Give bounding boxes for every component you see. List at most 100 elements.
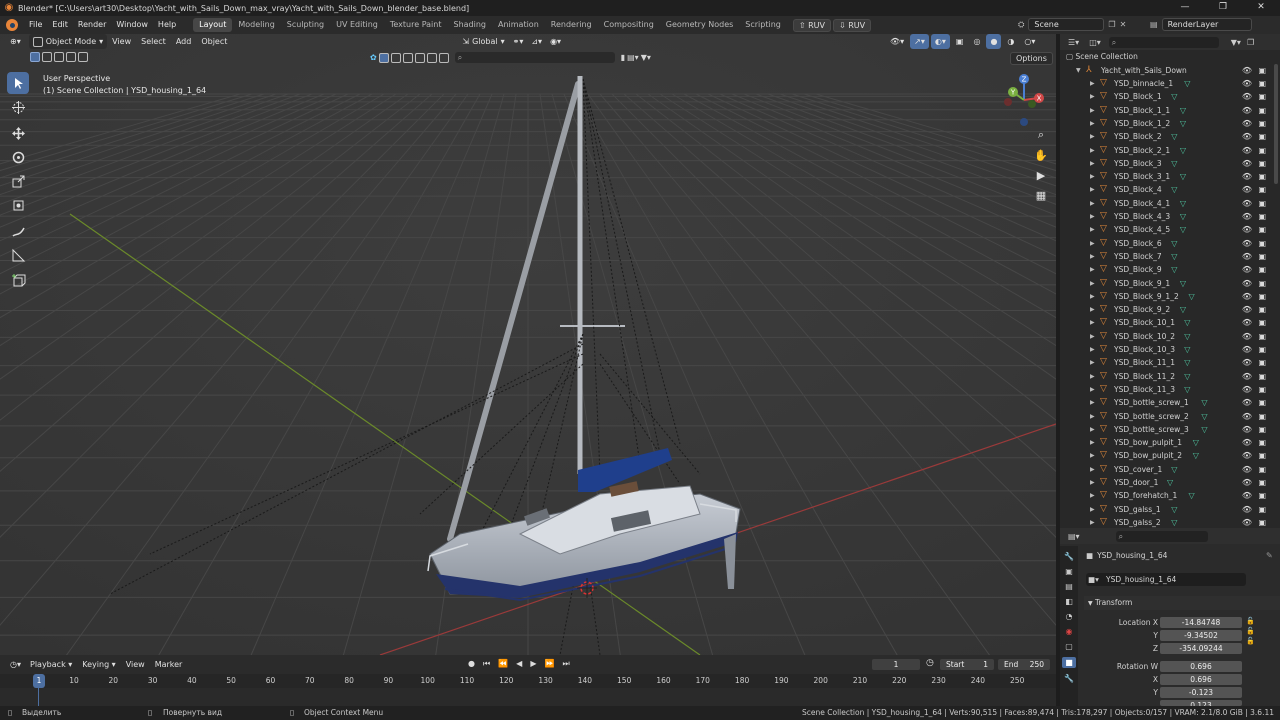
visibility-eye-icon[interactable]: 👁 xyxy=(1242,157,1252,170)
mesh-data-icon[interactable]: ▽ xyxy=(1180,104,1186,117)
mesh-data-icon[interactable]: ▽ xyxy=(1201,396,1207,409)
visibility-eye-icon[interactable]: 👁 xyxy=(1242,183,1252,196)
expand-arrow-icon[interactable]: ▶ xyxy=(1090,223,1095,236)
visibility-eye-icon[interactable]: 👁 xyxy=(1242,383,1252,396)
visibility-eye-icon[interactable]: 👁 xyxy=(1242,503,1252,516)
timeline-editor-icon[interactable]: ◷▾ xyxy=(6,657,25,672)
render-camera-icon[interactable]: ▣ xyxy=(1258,436,1266,449)
xray-icon[interactable]: ▣ xyxy=(952,34,968,49)
transform-tool-button[interactable] xyxy=(7,194,29,216)
shading-rendered-icon[interactable]: ○▾ xyxy=(1020,34,1039,49)
tab-animation[interactable]: Animation xyxy=(492,18,545,32)
mesh-data-icon[interactable]: ▽ xyxy=(1184,316,1190,329)
mesh-data-icon[interactable]: ▽ xyxy=(1184,370,1190,383)
lock-icon[interactable]: 🔓 xyxy=(1246,617,1255,625)
render-camera-icon[interactable]: ▣ xyxy=(1258,170,1266,183)
visibility-eye-icon[interactable]: 👁 xyxy=(1242,130,1252,143)
transform-panel-header[interactable]: ▼ Transform xyxy=(1084,596,1280,610)
render-camera-icon[interactable]: ▣ xyxy=(1258,476,1266,489)
outliner-item[interactable]: ▶ ▽ YSD_bow_pulpit_2 👁 ▣ ▽ xyxy=(1060,449,1274,462)
blender-menu-icon[interactable] xyxy=(6,19,18,31)
tab-compositing[interactable]: Compositing xyxy=(598,18,660,32)
start-frame-field[interactable]: Start 1 xyxy=(940,659,994,670)
visibility-icon[interactable]: 👁▾ xyxy=(886,34,908,49)
mesh-data-icon[interactable]: ▽ xyxy=(1193,449,1199,462)
outliner-item[interactable]: ▶ ▽ YSD_Block_4_3 👁 ▣ ▽ xyxy=(1060,210,1274,223)
record-icon[interactable]: ● xyxy=(468,659,475,669)
play-icon[interactable]: ▶ xyxy=(530,659,536,669)
outliner-item[interactable]: ▶ ▽ YSD_Block_4 👁 ▣ ▽ xyxy=(1060,183,1274,196)
render-camera-icon[interactable]: ▣ xyxy=(1258,316,1266,329)
gizmo-toggle-icon[interactable]: ↗▾ xyxy=(910,34,929,49)
modifier-tab-icon[interactable]: 🔧 xyxy=(1064,674,1074,683)
mesh-data-icon[interactable]: ▽ xyxy=(1180,210,1186,223)
expand-arrow-icon[interactable]: ▶ xyxy=(1090,290,1095,303)
menu-object[interactable]: Object xyxy=(196,34,232,49)
outliner-collection-row[interactable]: ▼ ⅄ Yacht_with_Sails_Down 👁 ▣ xyxy=(1060,64,1274,77)
mesh-data-icon[interactable]: ▽ xyxy=(1180,170,1186,183)
minimize-button[interactable]: — xyxy=(1166,0,1204,16)
menu-view[interactable]: View xyxy=(107,34,136,49)
expand-arrow-icon[interactable]: ▶ xyxy=(1090,90,1095,103)
transform-orientation-dropdown[interactable]: ⇲ Global ▾ xyxy=(458,34,508,49)
menu-edit[interactable]: Edit xyxy=(47,16,73,34)
current-frame-field[interactable]: 1 xyxy=(872,659,920,670)
outliner-item[interactable]: ▶ ▽ YSD_Block_11_1 👁 ▣ ▽ xyxy=(1060,356,1274,369)
expand-arrow-icon[interactable]: ▶ xyxy=(1090,303,1095,316)
visibility-eye-icon[interactable]: 👁 xyxy=(1242,250,1252,263)
render-camera-icon[interactable]: ▣ xyxy=(1258,183,1266,196)
expand-arrow-icon[interactable]: ▶ xyxy=(1090,316,1095,329)
mesh-data-icon[interactable]: ▽ xyxy=(1171,463,1177,476)
render-camera-icon[interactable]: ▣ xyxy=(1258,250,1266,263)
render-camera-icon[interactable]: ▣ xyxy=(1258,290,1266,303)
mesh-data-icon[interactable]: ▽ xyxy=(1171,157,1177,170)
render-camera-icon[interactable]: ▣ xyxy=(1258,489,1266,502)
expand-arrow-icon[interactable]: ▶ xyxy=(1090,130,1095,143)
mesh-data-icon[interactable]: ▽ xyxy=(1189,489,1195,502)
new-scene-icon[interactable]: ❐ xyxy=(1108,20,1115,29)
split-icon[interactable]: ▤▾ xyxy=(627,53,639,62)
render-camera-icon[interactable]: ▣ xyxy=(1258,210,1266,223)
visibility-eye-icon[interactable]: 👁 xyxy=(1242,144,1252,157)
render-camera-icon[interactable]: ▣ xyxy=(1258,370,1266,383)
ruv-down-button[interactable]: ⇩ RUV xyxy=(833,18,872,32)
outliner-item[interactable]: ▶ ▽ YSD_Block_9_2 👁 ▣ ▽ xyxy=(1060,303,1274,316)
collection-tab-icon[interactable]: ▢ xyxy=(1065,642,1073,651)
outliner-item[interactable]: ▶ ▽ YSD_door_1 👁 ▣ ▽ xyxy=(1060,476,1274,489)
filter-other-icon[interactable] xyxy=(426,52,437,63)
outliner-item[interactable]: ▶ ▽ YSD_bottle_screw_1 👁 ▣ ▽ xyxy=(1060,396,1274,409)
properties-panel[interactable]: ▤▾ ⌕ ■ YSD_housing_1_64 ✎ ■▾ YSD_housing… xyxy=(1060,528,1280,706)
expand-arrow-icon[interactable]: ▶ xyxy=(1090,489,1095,502)
visibility-eye-icon[interactable]: 👁 xyxy=(1242,197,1252,210)
mesh-data-icon[interactable]: ▽ xyxy=(1180,303,1186,316)
render-camera-icon[interactable]: ▣ xyxy=(1258,396,1266,409)
outliner-search-field[interactable]: ⌕ xyxy=(1108,36,1219,48)
pivot-point-icon[interactable]: ⚭▾ xyxy=(509,34,528,49)
expand-arrow-icon[interactable]: ▶ xyxy=(1090,263,1095,276)
mesh-data-icon[interactable]: ▽ xyxy=(1189,290,1195,303)
render-camera-icon[interactable]: ▣ xyxy=(1258,330,1266,343)
outliner-item[interactable]: ▶ ▽ YSD_Block_1_2 👁 ▣ ▽ xyxy=(1060,117,1274,130)
outliner-item[interactable]: ▶ ▽ YSD_Block_11_3 👁 ▣ ▽ xyxy=(1060,383,1274,396)
outliner-item[interactable]: ▶ ▽ YSD_Block_7 👁 ▣ ▽ xyxy=(1060,250,1274,263)
visibility-eye-icon[interactable]: 👁 xyxy=(1242,330,1252,343)
tab-uv-editing[interactable]: UV Editing xyxy=(330,18,384,32)
location-z-field[interactable]: -354.09244 xyxy=(1160,643,1242,654)
expand-arrow-icon[interactable]: ▶ xyxy=(1090,237,1095,250)
select-subtract-icon[interactable] xyxy=(54,52,64,62)
mesh-data-icon[interactable]: ▽ xyxy=(1180,117,1186,130)
clock-icon[interactable]: ◷ xyxy=(926,658,934,668)
expand-arrow-icon[interactable]: ▶ xyxy=(1090,197,1095,210)
outliner-item[interactable]: ▶ ▽ YSD_Block_9_1 👁 ▣ ▽ xyxy=(1060,277,1274,290)
mesh-data-icon[interactable]: ▽ xyxy=(1184,356,1190,369)
visibility-eye-icon[interactable]: 👁 xyxy=(1242,370,1252,383)
outliner-item[interactable]: ▶ ▽ YSD_Block_4_5 👁 ▣ ▽ xyxy=(1060,223,1274,236)
render-camera-icon[interactable]: ▣ xyxy=(1258,303,1266,316)
outliner-item[interactable]: ▶ ▽ YSD_forehatch_1 👁 ▣ ▽ xyxy=(1060,489,1274,502)
visibility-eye-icon[interactable]: 👁 xyxy=(1242,117,1252,130)
scene-icon[interactable]: ⛭ xyxy=(1018,20,1024,30)
navigation-gizmo[interactable]: Z Y X xyxy=(998,70,1050,130)
expand-arrow-icon[interactable]: ▶ xyxy=(1090,463,1095,476)
visibility-eye-icon[interactable]: 👁 xyxy=(1242,90,1252,103)
world-tab-icon[interactable]: ◉ xyxy=(1066,627,1073,636)
